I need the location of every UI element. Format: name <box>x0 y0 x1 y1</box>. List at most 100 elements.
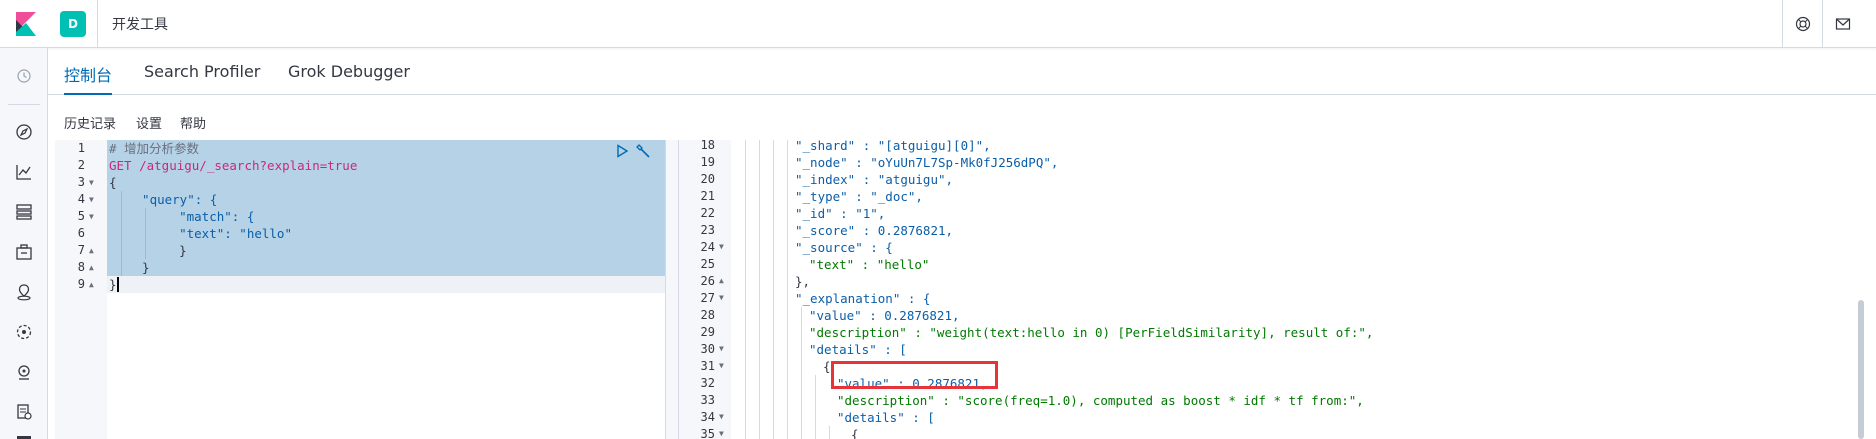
fold-end-icon[interactable]: ▲ <box>89 246 94 255</box>
code-line: } <box>127 260 150 275</box>
settings-link[interactable]: 设置 <box>136 113 162 132</box>
line-number: 28 <box>700 308 715 322</box>
line-number: 7 <box>77 243 85 257</box>
editor-resizer[interactable] <box>665 140 679 439</box>
response-code: "_shard" : "[atguigu][0]", "_node" : "oY… <box>731 138 1861 439</box>
page-title: 开发工具 <box>112 17 168 33</box>
chart-icon <box>16 165 31 180</box>
newsfeed-button[interactable] <box>1822 0 1862 48</box>
line-number: 8 <box>77 260 85 274</box>
help-menu-button[interactable] <box>1782 0 1822 48</box>
side-nav <box>0 48 48 439</box>
tab-search-profiler[interactable]: Search Profiler <box>144 62 260 95</box>
nav-infrastructure[interactable] <box>14 362 34 382</box>
line-number: 26 <box>700 274 715 288</box>
fold-toggle-icon[interactable]: ▼ <box>89 195 94 204</box>
fold-toggle-icon[interactable]: ▼ <box>719 242 724 251</box>
fold-toggle-icon[interactable]: ▼ <box>719 412 724 421</box>
code-line: "description" : "score(freq=1.0), comput… <box>837 393 1364 408</box>
nav-visualize[interactable] <box>14 162 34 182</box>
code-line: "details" : [ <box>837 410 935 425</box>
fold-toggle-icon[interactable]: ▼ <box>719 361 724 370</box>
fold-end-icon[interactable]: ▲ <box>89 280 94 289</box>
code-line: "_type" : "_doc", <box>795 189 923 204</box>
fold-toggle-icon[interactable]: ▼ <box>719 344 724 353</box>
clock-icon <box>17 69 31 83</box>
line-number: 24 <box>700 240 715 254</box>
canvas-icon <box>16 244 32 260</box>
code-line: "match": { <box>149 209 255 224</box>
line-number: 6 <box>77 226 85 240</box>
code-line: "value" : 0.2876821, <box>809 308 960 323</box>
header-divider <box>97 0 98 48</box>
fold-toggle-icon[interactable]: ▼ <box>89 212 94 221</box>
space-avatar[interactable]: D <box>60 11 86 37</box>
line-number: 21 <box>700 189 715 203</box>
line-number: 35 <box>700 427 715 439</box>
map-pin-icon <box>17 284 31 301</box>
send-request-button[interactable] <box>615 144 629 161</box>
code-line: "_explanation" : { <box>795 291 931 306</box>
code-line: # 增加分析参数 <box>109 141 200 156</box>
fold-end-icon[interactable]: ▲ <box>719 276 724 285</box>
fold-toggle-icon[interactable]: ▼ <box>89 178 94 187</box>
dashboard-icon <box>16 204 32 220</box>
line-number: 22 <box>700 206 715 220</box>
infra-icon <box>18 365 30 380</box>
nav-ml[interactable] <box>14 322 34 342</box>
line-number: 25 <box>700 257 715 271</box>
compass-icon <box>16 124 32 140</box>
indent-guide <box>829 426 830 439</box>
wrench-icon <box>636 144 650 158</box>
code-line: "_shard" : "[atguigu][0]", <box>795 138 991 153</box>
line-number: 18 <box>700 138 715 152</box>
line-number: 20 <box>700 172 715 186</box>
nav-canvas[interactable] <box>14 242 34 262</box>
fold-toggle-icon[interactable]: ▼ <box>719 429 724 438</box>
line-number: 9 <box>77 277 85 291</box>
lifebuoy-icon <box>1795 16 1810 32</box>
request-editor[interactable]: 1 2 3 4 5 6 7 8 9 ▼ ▼ ▼ ▲ ▲ ▲ # 增加分析参数 G… <box>55 140 665 439</box>
request-code[interactable]: # 增加分析参数 GET /atguigu/_search?explain=tr… <box>107 140 665 439</box>
line-number: 31 <box>700 359 715 373</box>
history-link[interactable]: 历史记录 <box>64 113 116 132</box>
nav-maps[interactable] <box>14 282 34 302</box>
line-number: 3 <box>77 175 85 189</box>
indent-guide <box>787 140 788 439</box>
help-link[interactable]: 帮助 <box>180 113 206 132</box>
indent-guide <box>145 208 146 259</box>
code-line: { <box>823 359 831 374</box>
request-actions-button[interactable] <box>635 143 651 162</box>
code-line: "text": "hello" <box>149 226 292 241</box>
code-line: "description" : "weight(text:hello in 0)… <box>809 325 1374 340</box>
line-number: 23 <box>700 223 715 237</box>
code-line: } <box>149 243 187 258</box>
tab-console[interactable]: 控制台 <box>64 62 113 95</box>
nav-discover[interactable] <box>14 122 34 142</box>
kibana-logo-icon[interactable] <box>14 12 36 36</box>
line-number: 2 <box>77 158 85 172</box>
nav-recently-viewed[interactable] <box>14 66 34 86</box>
fold-toggle-icon[interactable]: ▼ <box>719 293 724 302</box>
code-line: GET /atguigu/_search?explain=true <box>109 158 358 173</box>
text-cursor <box>117 277 119 292</box>
line-number: 1 <box>77 141 85 155</box>
top-header: D 开发工具 <box>0 0 1876 48</box>
code-line: "_index" : "atguigu", <box>795 172 954 187</box>
indent-guide <box>815 375 816 439</box>
ml-icon <box>16 324 32 340</box>
indent-guide <box>745 140 746 439</box>
nav-dashboard[interactable] <box>14 202 34 222</box>
line-number: 19 <box>700 155 715 169</box>
nav-logs[interactable] <box>14 402 34 422</box>
response-scrollbar[interactable] <box>1858 300 1864 439</box>
code-line: "_score" : 0.2876821, <box>795 223 954 238</box>
code-line: }, <box>795 274 811 289</box>
highlight-annotation-box <box>831 361 998 389</box>
fold-end-icon[interactable]: ▲ <box>89 263 94 272</box>
line-number: 5 <box>77 209 85 223</box>
line-number: 30 <box>700 342 715 356</box>
line-number: 27 <box>700 291 715 305</box>
code-line: { <box>109 175 117 190</box>
tab-grok-debugger[interactable]: Grok Debugger <box>288 62 410 95</box>
